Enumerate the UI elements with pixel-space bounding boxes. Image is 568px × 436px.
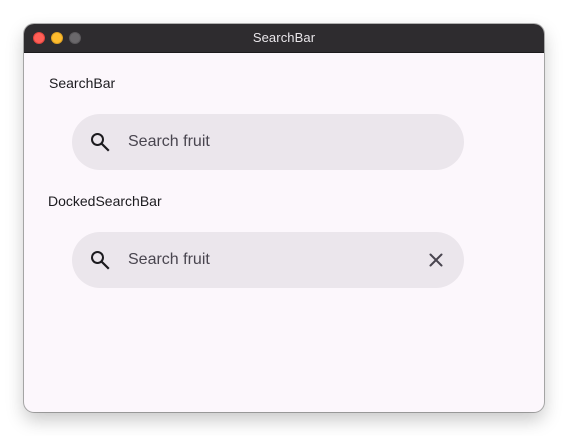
window-title: SearchBar (252, 30, 316, 45)
title-bar: SearchBar (24, 24, 544, 53)
docked-searchbar-section-label: DockedSearchBar (48, 193, 162, 209)
search-input[interactable] (128, 114, 428, 170)
search-icon (88, 130, 112, 154)
searchbar[interactable] (72, 114, 464, 170)
app-window: SearchBar SearchBar DockedSearchBar (24, 24, 544, 412)
docked-searchbar[interactable] (72, 232, 464, 288)
search-icon (88, 248, 112, 272)
searchbar-section-label: SearchBar (49, 75, 116, 91)
docked-search-input[interactable] (128, 232, 428, 288)
close-icon[interactable] (424, 248, 448, 272)
